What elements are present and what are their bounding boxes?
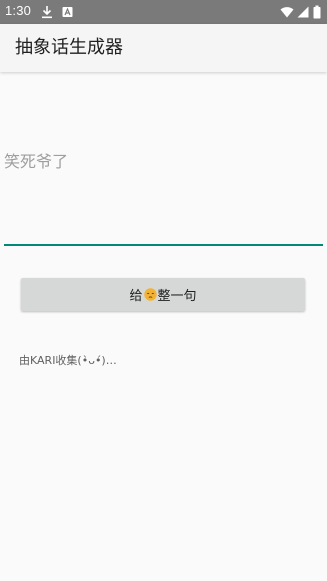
text-field-underline — [4, 244, 323, 246]
wifi-icon — [280, 7, 294, 18]
output-text-field[interactable]: 笑死爷了 — [4, 130, 323, 246]
generate-button-label-start: 给 — [129, 289, 143, 304]
app-screen: 1:30 抽象话生成器 笑死爷了 给 整一句 由KARI收集(•̀ᴗ•́)… — [0, 0, 327, 581]
signal-icon — [297, 6, 309, 18]
battery-icon — [313, 5, 321, 19]
credit-text: 由KARI收集(•̀ᴗ•́)… — [19, 354, 117, 367]
app-bar: 抽象话生成器 — [0, 24, 327, 72]
pensive-face-emoji — [143, 288, 157, 301]
a-notification-icon — [62, 7, 73, 17]
generate-button[interactable]: 给 整一句 — [21, 278, 305, 311]
download-icon — [42, 6, 52, 19]
status-time: 1:30 — [5, 3, 32, 18]
generate-button-label-end: 整一句 — [157, 289, 197, 304]
output-text-value[interactable]: 笑死爷了 — [4, 152, 68, 172]
app-title: 抽象话生成器 — [15, 37, 123, 58]
status-bar: 1:30 — [0, 0, 327, 24]
